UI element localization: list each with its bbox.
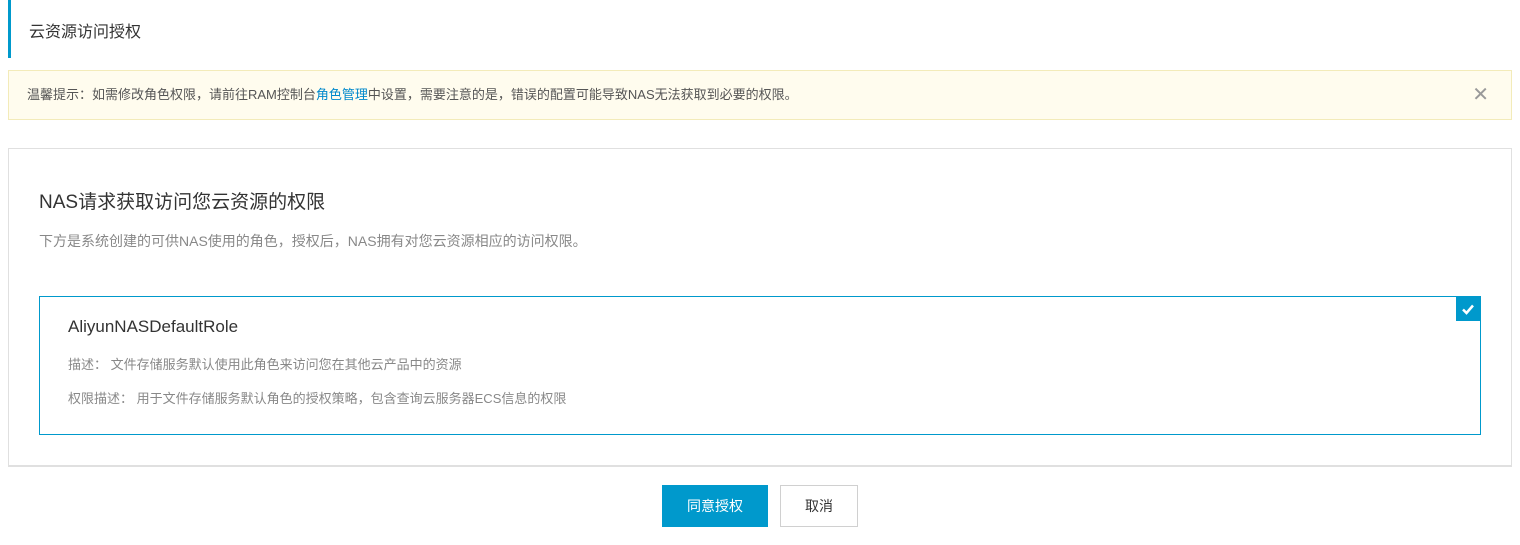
role-permission-row: 权限描述： 用于文件存储服务默认角色的授权策略，包含查询云服务器ECS信息的权限: [68, 387, 1452, 410]
main-heading: NAS请求获取访问您云资源的权限: [39, 187, 1481, 214]
notice-bar: 温馨提示：如需修改角色权限，请前往RAM控制台角色管理中设置，需要注意的是，错误…: [8, 70, 1512, 120]
page-header: 云资源访问授权: [8, 0, 1520, 58]
role-name: AliyunNASDefaultRole: [68, 317, 1452, 337]
footer-bar: 同意授权 取消: [8, 466, 1512, 545]
role-desc-value: 文件存储服务默认使用此角色来访问您在其他云产品中的资源: [111, 357, 462, 372]
role-management-link[interactable]: 角色管理: [316, 87, 368, 102]
role-perm-label: 权限描述：: [68, 391, 133, 406]
close-icon[interactable]: ✕: [1468, 85, 1493, 105]
notice-suffix: 中设置，需要注意的是，错误的配置可能导致NAS无法获取到必要的权限。: [368, 87, 798, 102]
role-description-row: 描述： 文件存储服务默认使用此角色来访问您在其他云产品中的资源: [68, 353, 1452, 376]
notice-prefix: 温馨提示：如需修改角色权限，请前往RAM控制台: [27, 87, 316, 102]
page-title: 云资源访问授权: [21, 18, 1510, 42]
role-desc-label: 描述：: [68, 357, 107, 372]
role-perm-value: 用于文件存储服务默认角色的授权策略，包含查询云服务器ECS信息的权限: [137, 391, 567, 406]
checkmark-icon: [1456, 297, 1480, 321]
confirm-button[interactable]: 同意授权: [662, 485, 768, 527]
main-panel: NAS请求获取访问您云资源的权限 下方是系统创建的可供NAS使用的角色，授权后，…: [8, 148, 1512, 466]
main-subtext: 下方是系统创建的可供NAS使用的角色，授权后，NAS拥有对您云资源相应的访问权限…: [39, 230, 1481, 252]
role-card[interactable]: AliyunNASDefaultRole 描述： 文件存储服务默认使用此角色来访…: [39, 296, 1481, 435]
notice-text: 温馨提示：如需修改角色权限，请前往RAM控制台角色管理中设置，需要注意的是，错误…: [27, 85, 798, 105]
cancel-button[interactable]: 取消: [780, 485, 858, 527]
